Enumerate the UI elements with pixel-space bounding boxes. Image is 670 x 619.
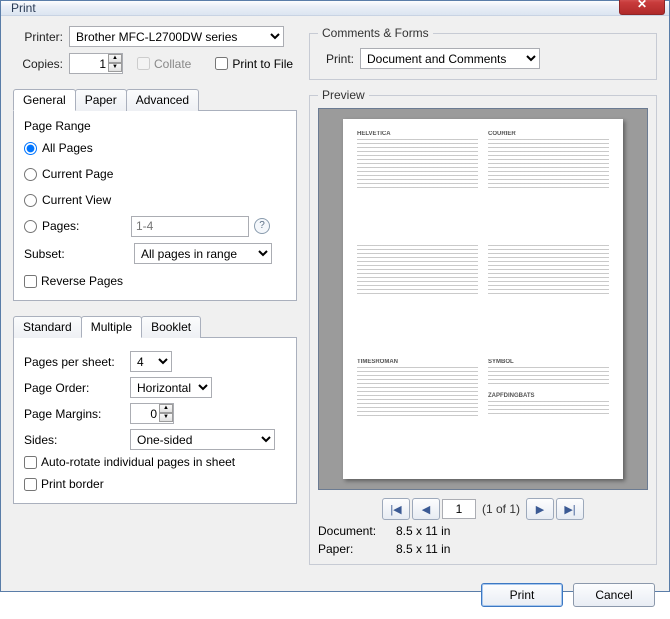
comments-forms-legend: Comments & Forms [318,26,433,40]
window-title: Print [11,1,619,15]
current-view-label: Current View [42,193,111,207]
copies-spinner: ▲ ▼ [69,53,123,74]
auto-rotate-label: Auto-rotate individual pages in sheet [41,455,235,469]
copies-up-button[interactable]: ▲ [108,54,122,63]
sides-label: Sides: [24,433,124,447]
reverse-pages-checkbox[interactable] [24,275,37,288]
preview-group: Preview HELVETICA COURIER TIMESROMAN SYM… [309,88,657,565]
all-pages-label: All Pages [42,141,93,155]
left-column: Printer: Brother MFC-L2700DW series Copi… [13,26,297,573]
current-page-label: Current Page [42,167,113,181]
page-margins-spinner: ▲ ▼ [130,403,174,424]
tab-booklet[interactable]: Booklet [141,316,201,338]
tab-multiple[interactable]: Multiple [81,316,142,338]
multiple-tabpanel: Pages per sheet: 4 Page Order: Horizonta… [13,337,297,504]
collate-label: Collate [154,57,191,71]
tab-advanced[interactable]: Advanced [126,89,199,111]
cancel-button[interactable]: Cancel [573,583,655,607]
print-button[interactable]: Print [481,583,563,607]
comments-forms-group: Comments & Forms Print: Document and Com… [309,26,657,80]
prev-page-button[interactable]: ◀ [412,498,440,520]
print-dialog: Print ✕ Printer: Brother MFC-L2700DW ser… [0,0,670,592]
collate-checkbox [137,57,150,70]
preview-canvas: HELVETICA COURIER TIMESROMAN SYMBOL ZAPFD… [318,108,648,490]
tab-general[interactable]: General [13,89,76,111]
mini-title-0: HELVETICA [357,131,478,137]
printer-label: Printer: [13,30,63,44]
document-size-label: Document: [318,524,390,538]
page-order-label: Page Order: [24,381,124,395]
mini-title-1: COURIER [488,131,609,137]
copies-label: Copies: [13,57,63,71]
print-to-file-checkbox[interactable] [215,57,228,70]
general-tabpanel: Page Range All Pages Current Page Curren… [13,110,297,301]
current-page-input[interactable] [442,499,476,519]
current-page-radio[interactable] [24,168,37,181]
pages-input[interactable] [131,216,249,237]
right-column: Comments & Forms Print: Document and Com… [309,26,657,573]
pages-help-icon[interactable]: ? [254,218,270,234]
tab-paper[interactable]: Paper [75,89,127,111]
page-total-label: (1 of 1) [482,502,520,516]
pages-per-sheet-label: Pages per sheet: [24,355,124,369]
page-margins-label: Page Margins: [24,407,124,421]
printer-row: Printer: Brother MFC-L2700DW series [13,26,297,47]
paper-size-value: 8.5 x 11 in [396,542,450,556]
mini-title-4: TIMESROMAN [357,359,478,365]
mini-title-7: ZAPFDINGBATS [488,393,609,399]
paper-size-label: Paper: [318,542,390,556]
margins-up-button[interactable]: ▲ [159,404,173,413]
print-border-label: Print border [41,477,104,491]
layout-tabs: Standard Multiple Booklet [13,316,297,338]
main-tabs: General Paper Advanced [13,89,297,111]
auto-rotate-checkbox[interactable] [24,456,37,469]
document-size-value: 8.5 x 11 in [396,524,450,538]
mini-title-5: SYMBOL [488,359,609,365]
reverse-pages-label: Reverse Pages [41,274,123,288]
content-area: Printer: Brother MFC-L2700DW series Copi… [1,16,669,577]
current-view-radio[interactable] [24,194,37,207]
comments-print-label: Print: [318,52,354,66]
sides-select[interactable]: One-sided [130,429,275,450]
copies-down-button[interactable]: ▼ [108,63,122,72]
last-page-button[interactable]: ▶| [556,498,584,520]
printer-select[interactable]: Brother MFC-L2700DW series [69,26,284,47]
print-to-file-label: Print to File [232,57,293,71]
pages-label: Pages: [42,219,96,233]
copies-row: Copies: ▲ ▼ Collate Print to File [13,53,297,74]
comments-print-select[interactable]: Document and Comments [360,48,540,69]
margins-down-button[interactable]: ▼ [159,413,173,422]
close-button[interactable]: ✕ [619,0,665,15]
preview-nav: |◀ ◀ (1 of 1) ▶ ▶| [318,498,648,520]
dialog-buttons: Print Cancel [1,577,669,619]
subset-label: Subset: [24,247,72,261]
pages-per-sheet-select[interactable]: 4 [130,351,172,372]
preview-legend: Preview [318,88,369,102]
preview-page: HELVETICA COURIER TIMESROMAN SYMBOL ZAPFD… [343,119,623,479]
page-range-label: Page Range [24,119,286,133]
subset-select[interactable]: All pages in range [134,243,272,264]
pages-radio[interactable] [24,220,37,233]
all-pages-radio[interactable] [24,142,37,155]
tab-standard[interactable]: Standard [13,316,82,338]
page-order-select[interactable]: Horizontal [130,377,212,398]
titlebar: Print ✕ [1,1,669,16]
next-page-button[interactable]: ▶ [526,498,554,520]
first-page-button[interactable]: |◀ [382,498,410,520]
print-border-checkbox[interactable] [24,478,37,491]
